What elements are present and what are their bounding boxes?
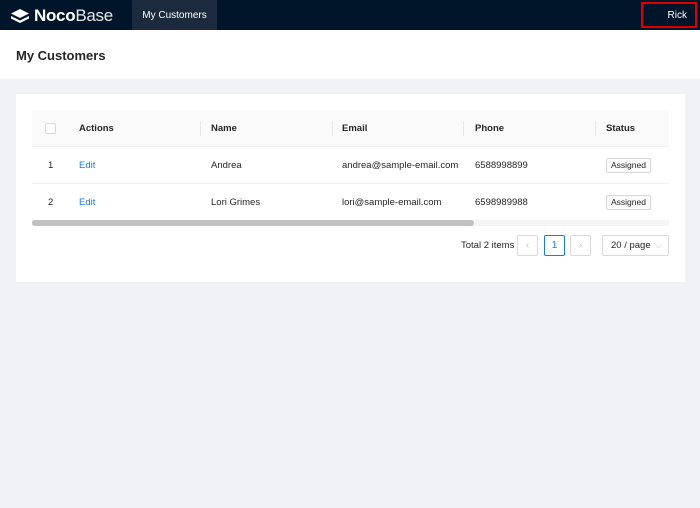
chevron-down-icon: ⌵ <box>655 240 662 250</box>
page-size-value: 20 / page <box>611 240 651 251</box>
logo-text: NocoBase <box>34 6 113 25</box>
column-header-actions: Actions <box>79 122 114 134</box>
page-size-select[interactable]: 20 / page ⌵ <box>602 235 669 256</box>
chevron-left-icon: ‹ <box>525 240 530 251</box>
table-row[interactable]: 2 Edit Lori Grimes lori@sample-email.com… <box>32 184 669 221</box>
table-card: Actions Name Email Phone Status 1 Edit A… <box>16 94 685 282</box>
cell-email: andrea@sample-email.com <box>342 159 459 171</box>
user-menu[interactable]: Rick <box>641 2 697 28</box>
column-header-phone[interactable]: Phone <box>475 110 504 146</box>
row-index: 2 <box>48 196 54 208</box>
row-index: 1 <box>48 159 54 171</box>
logo-icon <box>11 8 29 23</box>
table-row[interactable]: 1 Edit Andrea andrea@sample-email.com 65… <box>32 147 669 184</box>
status-tag: Assigned <box>606 194 651 210</box>
horizontal-scrollbar[interactable] <box>32 220 669 226</box>
column-header-status[interactable]: Status <box>606 110 635 146</box>
cell-name: Andrea <box>211 159 242 171</box>
column-divider[interactable] <box>332 121 333 136</box>
scrollbar-thumb[interactable] <box>32 220 474 226</box>
top-navigation-bar: NocoBase My Customers Rick <box>0 0 700 30</box>
cell-phone: 6588998899 <box>475 159 528 171</box>
edit-link[interactable]: Edit <box>79 147 95 183</box>
column-divider[interactable] <box>595 121 596 136</box>
next-page-button[interactable]: › <box>570 235 591 256</box>
column-divider[interactable] <box>463 121 464 136</box>
cell-name: Lori Grimes <box>211 196 261 208</box>
chevron-right-icon: › <box>578 240 583 251</box>
edit-link[interactable]: Edit <box>79 184 95 220</box>
column-header-email[interactable]: Email <box>342 110 367 146</box>
cell-phone: 6598989988 <box>475 196 528 208</box>
cell-email: lori@sample-email.com <box>342 196 442 208</box>
column-header-name[interactable]: Name <box>211 110 237 146</box>
select-all-checkbox[interactable] <box>45 110 56 146</box>
page-button-1[interactable]: 1 <box>544 235 565 256</box>
status-tag: Assigned <box>606 157 651 173</box>
page-header: My Customers <box>0 30 700 79</box>
nocobase-logo[interactable]: NocoBase <box>10 7 113 24</box>
status-badge: Assigned <box>606 147 651 183</box>
status-badge: Assigned <box>606 184 651 220</box>
page-title: My Customers <box>16 48 106 63</box>
table-header: Actions Name Email Phone Status <box>32 110 669 147</box>
tab-my-customers[interactable]: My Customers <box>132 0 217 30</box>
pagination-total: Total 2 items <box>461 240 515 251</box>
column-divider[interactable] <box>200 121 201 136</box>
prev-page-button[interactable]: ‹ <box>517 235 538 256</box>
